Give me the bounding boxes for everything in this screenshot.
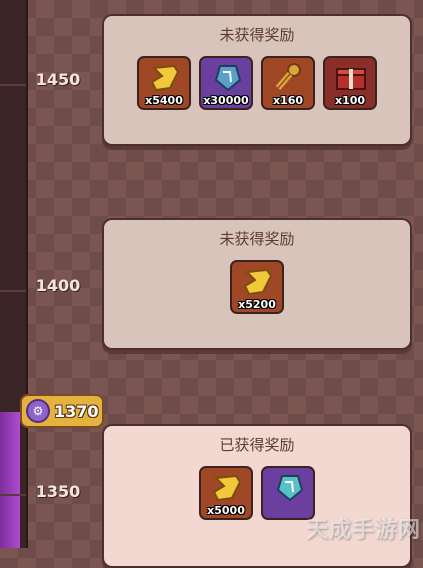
gold-scroll-icon xyxy=(243,268,273,296)
reward-qty: x5200 xyxy=(238,298,276,311)
reward-qty: x5000 xyxy=(207,504,245,517)
reward-gold-scroll[interactable]: x5000 xyxy=(199,466,253,520)
reward-card-1450[interactable]: 未获得奖励 x5400 x30000 x160 x100 xyxy=(102,14,412,146)
track-divider xyxy=(0,290,26,292)
gear-badge-icon: ⚙ xyxy=(26,399,50,423)
reward-card-1350[interactable]: 已获得奖励 x5000 xyxy=(102,424,412,568)
current-score-value: 1370 xyxy=(54,401,99,421)
reward-gift-box[interactable]: x100 xyxy=(323,56,377,110)
watermark: 天成手游网 xyxy=(305,518,421,543)
reward-qty: x160 xyxy=(272,94,304,107)
track-divider xyxy=(0,84,26,86)
current-score-marker: ⚙ 1370 xyxy=(20,394,104,428)
reward-card-1400[interactable]: 未获得奖励 x5200 xyxy=(102,218,412,350)
reward-rune-crystal[interactable]: x30000 xyxy=(199,56,253,110)
reward-status: 未获得奖励 xyxy=(219,26,295,44)
tier-score-1400: 1400 xyxy=(35,276,81,295)
reward-gold-scroll[interactable]: x5200 xyxy=(230,260,284,314)
reward-gold-scroll[interactable]: x5400 xyxy=(137,56,191,110)
gift-box-icon xyxy=(336,68,366,90)
gold-scroll-icon xyxy=(150,64,180,92)
track-divider xyxy=(0,494,26,496)
tier-score-1450: 1450 xyxy=(35,70,81,89)
reward-qty: x5400 xyxy=(145,94,183,107)
reward-status: 未获得奖励 xyxy=(219,230,295,248)
reward-qty: x30000 xyxy=(203,94,249,107)
gold-scroll-icon xyxy=(212,474,242,502)
key-token-icon xyxy=(275,63,301,90)
reward-qty: x100 xyxy=(334,94,366,107)
reward-key-token[interactable]: x160 xyxy=(261,56,315,110)
reward-status: 已获得奖励 xyxy=(219,436,295,454)
rune-crystal-icon xyxy=(276,475,304,502)
progress-track xyxy=(0,0,28,548)
tier-score-1350: 1350 xyxy=(35,482,81,501)
rune-crystal-icon xyxy=(214,65,242,92)
progress-fill xyxy=(0,412,20,548)
